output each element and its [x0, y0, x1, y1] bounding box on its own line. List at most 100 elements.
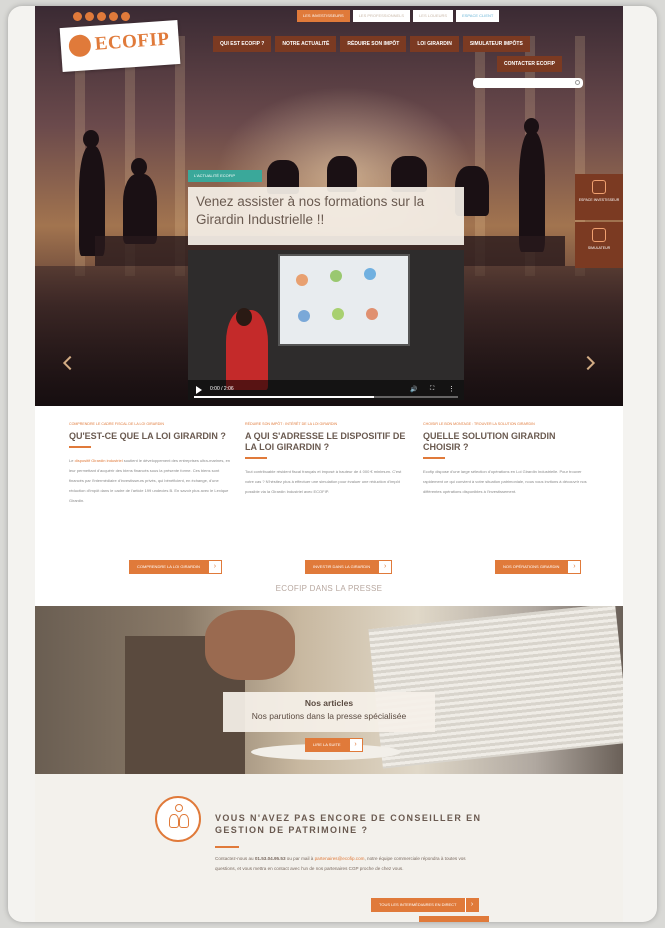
topbar-professionnels[interactable]: LES PROFESSIONNELS: [352, 10, 411, 22]
title-underline: [423, 457, 445, 459]
girardin-link[interactable]: dispositif Girardin industriel: [75, 458, 123, 463]
comprendre-button[interactable]: COMPRENDRE LA LOI GIRARDIN ›: [129, 560, 222, 574]
search-input[interactable]: [473, 78, 583, 88]
articles-box: Nos articles Nos parutions dans la press…: [223, 692, 435, 732]
topbar-investisseurs[interactable]: LES INVESTISSEURS: [297, 10, 350, 22]
nav-loi-girardin[interactable]: LOI GIRARDIN: [410, 36, 459, 52]
nav-qui-est-ecofip[interactable]: QUI EST ECOFIP ?: [213, 36, 272, 52]
linkedin-icon[interactable]: [97, 12, 106, 21]
hero-title: Venez assister à nos formations sur la G…: [188, 187, 464, 245]
conseiller-heading: VOUS N'AVEZ PAS ENCORE DE CONSEILLER EN …: [215, 813, 482, 835]
text-part: Contactez-nous au: [215, 856, 254, 861]
topbar-loueurs[interactable]: LES LOUEURS: [413, 10, 454, 22]
secondary-button[interactable]: [419, 916, 489, 922]
topbar-espace-client[interactable]: ESPACE CLIENT: [456, 10, 500, 22]
column-title: QU'EST-CE QUE LA LOI GIRARDIN ?: [69, 431, 226, 441]
heading-underline: [215, 846, 239, 848]
side-espace-investisseur[interactable]: ESPACE INVESTISSEUR: [575, 174, 623, 220]
logo-mark-icon: [68, 34, 92, 58]
info-columns: COMPRENDRE LE CADRE FISCAL DE LA LOI GIR…: [35, 406, 623, 581]
browser-frame: ECOFIP LES INVESTISSEURS LES PROFESSIONN…: [8, 6, 657, 922]
slide-dot: [330, 270, 342, 282]
nav-actualite[interactable]: NOTRE ACTUALITÉ: [275, 36, 337, 52]
column-title: QUELLE SOLUTION GIRARDIN CHOISIR ?: [423, 431, 556, 452]
button-label: INVESTIR DANS LA GIRARDIN: [305, 560, 379, 574]
side-simulateur[interactable]: SIMULATEUR: [575, 222, 623, 268]
slide-dot: [298, 310, 310, 322]
button-label: TOUS LES INTERMÉDIAIRES EN DIRECT: [371, 898, 465, 912]
email-link[interactable]: partenaires@ecofip.com: [315, 856, 365, 861]
chevron-right-icon: ›: [378, 560, 393, 574]
advisor-body: [169, 814, 179, 828]
video-time: 0:00 / 2:06: [210, 386, 234, 392]
column-kicker: CHOISIR LE BON MONTAGE : TROUVER LA SOLU…: [423, 422, 535, 426]
main-nav: QUI EST ECOFIP ? NOTRE ACTUALITÉ RÉDUIRE…: [213, 36, 587, 72]
nav-simulateur[interactable]: SIMULATEUR IMPÔTS: [462, 36, 530, 52]
presse-section-title: ECOFIP DANS LA PRESSE: [275, 584, 383, 593]
nav-contacter[interactable]: CONTACTER ECOFIP: [497, 56, 563, 72]
facebook-icon[interactable]: [73, 12, 82, 21]
volume-icon[interactable]: 🔊: [410, 386, 417, 393]
advisor-head: [175, 804, 183, 812]
title-underline: [69, 446, 91, 448]
phone-number[interactable]: 01.53.04.95.53: [255, 856, 286, 861]
video-controls: 0:00 / 2:06 🔊 ⛶ ⋮: [188, 380, 464, 400]
hero-tag[interactable]: L'ACTUALITÉ ECOFIP: [188, 170, 262, 182]
person-silhouette: [123, 174, 157, 244]
person-head: [131, 158, 147, 176]
hand-image: [205, 610, 295, 680]
text-part: Le: [69, 458, 74, 463]
video-player[interactable]: 0:00 / 2:06 🔊 ⛶ ⋮: [188, 250, 464, 400]
social-icons: [73, 12, 130, 21]
person-head: [83, 130, 99, 148]
conseiller-section: VOUS N'AVEZ PAS ENCORE DE CONSEILLER EN …: [35, 774, 623, 922]
person-head: [524, 118, 539, 135]
video-progress-fill: [194, 396, 374, 398]
newspaper-image: [368, 606, 623, 769]
column-text: Ecofip dispose d'une large sélection d'o…: [423, 469, 587, 494]
slide-dot: [366, 308, 378, 320]
lire-la-suite-button[interactable]: LIRE LA SUITE ›: [305, 738, 363, 752]
articles-title: Nos articles: [304, 698, 354, 708]
button-label: COMPRENDRE LA LOI GIRARDIN: [129, 560, 208, 574]
lock-icon: [592, 180, 606, 194]
text-part: ou par mail à: [286, 856, 314, 861]
video-progress-bar[interactable]: [194, 396, 458, 398]
rss-icon[interactable]: [121, 12, 130, 21]
operations-button[interactable]: NOS OPÉRATIONS GIRARDIN ›: [495, 560, 582, 574]
fullscreen-icon[interactable]: ⛶: [430, 386, 434, 393]
title-underline: [245, 457, 267, 459]
side-box-label: ESPACE INVESTISSEUR: [578, 198, 620, 202]
column-title: A QUI S'ADRESSE LE DISPOSITIF DE LA LOI …: [245, 431, 406, 452]
search-icon[interactable]: [575, 80, 580, 85]
advisors-icon: [155, 796, 201, 842]
audience-topbar: LES INVESTISSEURS LES PROFESSIONNELS LES…: [297, 10, 500, 22]
info-column: COMPRENDRE LE CADRE FISCAL DE LA LOI GIR…: [69, 422, 233, 506]
nav-reduire-impot[interactable]: RÉDUIRE SON IMPÔT: [340, 36, 407, 52]
info-column: RÉDUIRE SON IMPÔT : INTÉRÊT DE LA LOI GI…: [245, 422, 409, 497]
play-icon[interactable]: [196, 386, 202, 394]
presenter-head: [236, 308, 252, 326]
slide-dot: [332, 308, 344, 320]
column-text: Tout contribuable résident fiscal frança…: [245, 469, 402, 494]
chevron-right-icon: ›: [207, 560, 222, 574]
conseiller-text: Contactez-nous au 01.53.04.95.53 ou par …: [215, 854, 483, 874]
button-label: NOS OPÉRATIONS GIRARDIN: [495, 560, 568, 574]
person-silhouette: [519, 132, 545, 252]
chevron-right-icon: ›: [348, 738, 363, 752]
youtube-icon[interactable]: [109, 12, 118, 21]
intermediaires-button[interactable]: TOUS LES INTERMÉDIAIRES EN DIRECT ›: [371, 898, 479, 912]
articles-subtitle: Nos parutions dans la presse spécialisée: [251, 711, 407, 721]
hand-icon: [592, 228, 606, 242]
twitter-icon[interactable]: [85, 12, 94, 21]
investir-button[interactable]: INVESTIR DANS LA GIRARDIN ›: [305, 560, 393, 574]
chevron-right-icon: ›: [464, 898, 479, 912]
chevron-right-icon: ›: [567, 560, 582, 574]
page: ECOFIP LES INVESTISSEURS LES PROFESSIONN…: [35, 6, 623, 922]
slide-dot: [364, 268, 376, 280]
info-column: CHOISIR LE BON MONTAGE : TROUVER LA SOLU…: [423, 422, 587, 497]
logo[interactable]: ECOFIP: [59, 19, 181, 73]
column-kicker: RÉDUIRE SON IMPÔT : INTÉRÊT DE LA LOI GI…: [245, 422, 338, 426]
text-part: soutient le développement des entreprise…: [69, 458, 231, 503]
more-options-icon[interactable]: ⋮: [448, 385, 455, 393]
